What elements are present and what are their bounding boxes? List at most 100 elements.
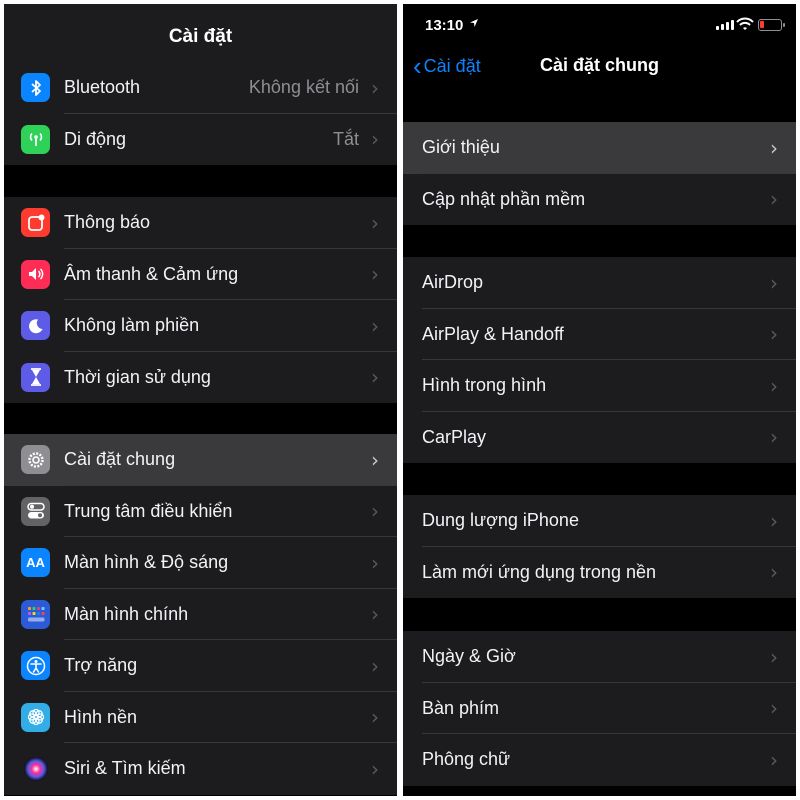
- general-item-picture-in-picture[interactable]: Hình trong hình ›: [403, 360, 796, 412]
- settings-item-wallpaper[interactable]: Hình nền ›: [4, 692, 397, 744]
- gear-icon: [21, 445, 50, 474]
- chevron-right-icon: ›: [371, 210, 379, 235]
- general-item-keyboard[interactable]: Bàn phím ›: [403, 683, 796, 735]
- settings-item-label: Âm thanh & Cảm ứng: [64, 263, 239, 284]
- flower-icon: [21, 702, 50, 732]
- settings-group-general: Cài đặt chung › Trung tâm điều khiển › A…: [4, 434, 397, 795]
- chevron-right-icon: ›: [770, 508, 778, 533]
- status-time: 13:10: [425, 17, 464, 34]
- general-item-label: Phông chữ: [422, 749, 511, 770]
- page-title: Cài đặt: [168, 26, 233, 47]
- accessibility-icon: [21, 651, 50, 680]
- general-item-software-update[interactable]: Cập nhật phần mềm ›: [403, 174, 796, 226]
- general-settings-panel: 13:10 ‹ Cài đặt Cài đặt chung Giới thiệu…: [403, 4, 796, 796]
- bluetooth-icon: [21, 73, 50, 102]
- chevron-right-icon: ›: [371, 602, 379, 627]
- settings-item-label: Thông báo: [64, 212, 151, 233]
- general-item-label: Giới thiệu: [422, 137, 500, 158]
- general-item-carplay[interactable]: CarPlay ›: [403, 412, 796, 464]
- settings-item-value: Không kết nối: [248, 77, 359, 98]
- settings-group-notifications: Thông báo › Âm thanh & Cảm ứng › Không l…: [4, 197, 397, 403]
- page-title: Cài đặt chung: [539, 55, 659, 75]
- settings-item-cellular[interactable]: Di động Tắt ›: [4, 114, 397, 166]
- chevron-right-icon: ›: [770, 560, 778, 585]
- general-item-label: AirPlay & Handoff: [422, 323, 564, 344]
- settings-item-home-screen[interactable]: Màn hình chính ›: [4, 589, 397, 641]
- text-size-icon: AA: [21, 548, 50, 577]
- general-item-airplay-handoff[interactable]: AirPlay & Handoff ›: [403, 309, 796, 361]
- general-group-storage: Dung lượng iPhone › Làm mới ứng dụng tro…: [403, 495, 796, 598]
- settings-item-general[interactable]: Cài đặt chung ›: [4, 434, 397, 486]
- settings-item-label: Không làm phiền: [64, 315, 200, 336]
- battery-icon: [758, 19, 785, 31]
- chevron-right-icon: ›: [371, 313, 379, 338]
- chevron-right-icon: ›: [371, 127, 379, 152]
- chevron-right-icon: ›: [770, 270, 778, 295]
- navigation-bar: ‹ Cài đặt Cài đặt chung: [403, 44, 796, 88]
- home-grid-icon: [21, 599, 50, 629]
- hourglass-icon: [21, 362, 50, 392]
- general-item-label: AirDrop: [422, 272, 484, 293]
- settings-item-label: Cài đặt chung: [64, 449, 176, 470]
- settings-item-label: Thời gian sử dụng: [64, 366, 211, 387]
- settings-item-display-brightness[interactable]: AA Màn hình & Độ sáng ›: [4, 537, 397, 589]
- settings-item-do-not-disturb[interactable]: Không làm phiền ›: [4, 300, 397, 352]
- chevron-right-icon: ›: [371, 262, 379, 287]
- chevron-right-icon: ›: [371, 550, 379, 575]
- general-item-label: Hình trong hình: [422, 375, 547, 396]
- settings-item-screen-time[interactable]: Thời gian sử dụng ›: [4, 352, 397, 404]
- chevron-right-icon: ›: [770, 425, 778, 450]
- settings-item-sounds[interactable]: Âm thanh & Cảm ứng ›: [4, 249, 397, 301]
- settings-panel: Cài đặt Bluetooth Không kết nối › Di độn…: [4, 4, 397, 796]
- chevron-right-icon: ›: [371, 756, 379, 781]
- settings-item-label: Siri & Tìm kiếm: [64, 758, 186, 779]
- settings-item-label: Trợ năng: [64, 655, 138, 676]
- antenna-icon: [21, 124, 50, 154]
- chevron-right-icon: ›: [371, 653, 379, 678]
- status-bar: 13:10: [403, 4, 796, 44]
- settings-item-label: Hình nền: [64, 706, 138, 727]
- general-item-label: Ngày & Giờ: [422, 646, 516, 667]
- chevron-right-icon: ›: [770, 696, 778, 721]
- speaker-icon: [21, 259, 50, 289]
- general-item-label: Dung lượng iPhone: [422, 510, 579, 531]
- settings-item-accessibility[interactable]: Trợ năng ›: [4, 640, 397, 692]
- general-item-label: Bàn phím: [422, 697, 500, 718]
- chevron-right-icon: ›: [770, 747, 778, 772]
- settings-item-notifications[interactable]: Thông báo ›: [4, 197, 397, 249]
- chevron-right-icon: ›: [770, 644, 778, 669]
- settings-item-label: Di động: [64, 128, 127, 149]
- chevron-right-icon: ›: [770, 373, 778, 398]
- location-arrow-icon: [469, 17, 479, 31]
- battery-level: [760, 21, 764, 28]
- siri-icon: [21, 754, 50, 783]
- chevron-right-icon: ›: [770, 322, 778, 347]
- settings-item-label: Bluetooth: [64, 77, 141, 98]
- general-group-about: Giới thiệu › Cập nhật phần mềm ›: [403, 122, 796, 225]
- cellular-signal-icon: [716, 20, 734, 30]
- settings-item-siri-search[interactable]: Siri & Tìm kiếm ›: [4, 743, 397, 795]
- settings-item-label: Màn hình & Độ sáng: [64, 552, 229, 573]
- general-item-iphone-storage[interactable]: Dung lượng iPhone ›: [403, 495, 796, 547]
- general-item-background-refresh[interactable]: Làm mới ứng dụng trong nền ›: [403, 547, 796, 599]
- settings-item-value: Tắt: [332, 128, 359, 149]
- settings-item-label: Màn hình chính: [64, 603, 189, 624]
- general-item-about[interactable]: Giới thiệu ›: [403, 122, 796, 174]
- chevron-right-icon: ›: [371, 447, 379, 472]
- general-item-airdrop[interactable]: AirDrop ›: [403, 257, 796, 309]
- general-item-label: CarPlay: [422, 426, 487, 447]
- notification-icon: [21, 208, 50, 237]
- general-item-fonts[interactable]: Phông chữ ›: [403, 734, 796, 786]
- settings-group-connectivity: Bluetooth Không kết nối › Di động Tắt ›: [4, 62, 397, 165]
- chevron-right-icon: ›: [371, 75, 379, 100]
- settings-item-control-center[interactable]: Trung tâm điều khiển ›: [4, 486, 397, 538]
- chevron-right-icon: ›: [371, 365, 379, 390]
- chevron-right-icon: ›: [770, 135, 778, 160]
- moon-icon: [21, 311, 50, 340]
- settings-item-bluetooth[interactable]: Bluetooth Không kết nối ›: [4, 62, 397, 114]
- general-item-date-time[interactable]: Ngày & Giờ ›: [403, 631, 796, 683]
- general-item-label: Làm mới ứng dụng trong nền: [422, 561, 656, 582]
- text-size-icon-label: AA: [26, 555, 45, 570]
- chevron-right-icon: ›: [371, 705, 379, 730]
- settings-item-label: Trung tâm điều khiển: [64, 500, 233, 521]
